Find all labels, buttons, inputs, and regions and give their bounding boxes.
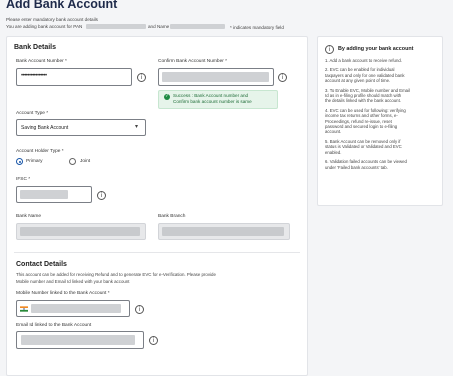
mobile-info-icon[interactable]: i — [135, 305, 144, 314]
account-number-value: •••••••••••••••• — [21, 73, 47, 79]
adding-for-pan: You are adding bank account for PAN — [6, 24, 83, 29]
success-line-2: Confirm bank account number is same — [173, 99, 252, 104]
bank-branch-field — [158, 223, 290, 240]
joint-radio[interactable] — [69, 158, 76, 165]
ifsc-label: IFSC * — [16, 177, 31, 182]
contact-details-heading: Contact Details — [16, 261, 67, 268]
info-list: 1. Add a bank account to receive refund.… — [325, 58, 439, 170]
success-line-1: Success : Bank Account number and — [173, 93, 249, 98]
primary-radio[interactable] — [16, 158, 23, 165]
mobile-redacted — [31, 304, 121, 313]
info-panel-title: By adding your bank account — [338, 46, 414, 52]
chevron-down-icon: ▾ — [135, 123, 139, 130]
required-note: * indicates mandatory field — [230, 25, 284, 30]
contact-desc-line-2: Mobile number and Email Id linked with y… — [16, 279, 130, 284]
account-type-value: Saving Bank Account — [21, 125, 69, 131]
ifsc-input[interactable] — [16, 186, 92, 203]
bank-details-heading: Bank Details — [14, 44, 57, 51]
confirm-account-label: Confirm Bank Account Number * — [158, 59, 228, 64]
section-divider — [14, 252, 300, 253]
bank-branch-label: Bank Branch — [158, 214, 186, 219]
primary-radio-label: Primary — [26, 159, 43, 164]
account-type-label: Account Type * — [16, 111, 49, 116]
bank-name-redacted — [20, 227, 140, 236]
account-type-select[interactable]: Saving Bank Account ▾ — [16, 119, 146, 136]
email-info-icon[interactable]: i — [149, 336, 158, 345]
confirm-account-input[interactable] — [158, 68, 274, 86]
bank-branch-redacted — [162, 227, 284, 236]
check-icon: ✓ — [164, 94, 170, 100]
mobile-input[interactable] — [16, 300, 130, 317]
bank-name-label: Bank Name — [16, 214, 42, 219]
mobile-label: Mobile Number linked to the Bank Account… — [16, 291, 110, 296]
info-item-5: 5. Bank Account can be removed only if s… — [325, 138, 402, 155]
email-redacted — [21, 335, 135, 345]
info-item-2: 2. EVC can be enabled for individual tax… — [325, 67, 405, 84]
success-message: ✓ Success : Bank Account number and Conf… — [158, 90, 278, 109]
holder-type-label: Account Holder Type * — [16, 149, 64, 154]
page-title: Add Bank Account — [6, 0, 118, 11]
name-redacted — [170, 24, 225, 29]
mandatory-note: Please enter mandatory bank account deta… — [6, 17, 98, 22]
email-label: Email Id linked to the Bank Account — [16, 323, 92, 328]
bank-name-field — [16, 223, 146, 240]
info-icon: i — [325, 45, 334, 54]
ifsc-redacted — [20, 190, 68, 199]
account-number-label: Bank Account Number * — [16, 59, 67, 64]
adding-and-name: and Name — [148, 24, 170, 29]
email-input[interactable] — [16, 331, 144, 349]
info-item-1: 1. Add a bank account to receive refund. — [325, 58, 402, 63]
pan-redacted — [86, 24, 146, 29]
india-flag-icon — [20, 306, 28, 312]
account-number-input[interactable]: •••••••••••••••• — [16, 68, 132, 86]
info-item-4: 4. EVC can be used for following: verify… — [325, 107, 406, 135]
contact-desc-line-1: This account can be added for receiving … — [16, 272, 216, 277]
joint-radio-label: Joint — [80, 159, 91, 164]
confirm-account-redacted — [162, 72, 269, 82]
account-number-info-icon[interactable]: i — [137, 73, 146, 82]
info-item-6: 6. Validation failed accounts can be vie… — [325, 159, 407, 170]
ifsc-info-icon[interactable]: i — [97, 191, 106, 200]
confirm-account-info-icon[interactable]: i — [278, 73, 287, 82]
info-item-3: 3. To Enable EVC, Mobile number and Emai… — [325, 87, 410, 104]
